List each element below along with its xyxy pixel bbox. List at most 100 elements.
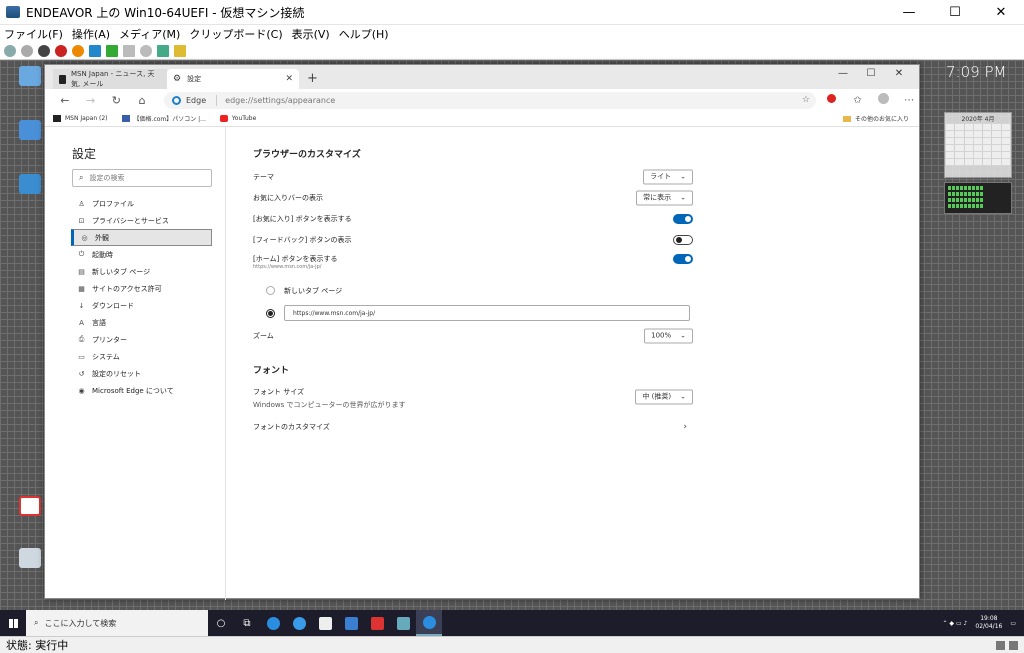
newtab-radio-row[interactable]: 新しいタブ ページ (253, 280, 693, 301)
back-icon[interactable]: ← (55, 94, 75, 107)
enhanced-session-icon[interactable] (157, 44, 169, 57)
tab-strip: MSN Japan - ニュース, 天気, メール ⚙ 設定 ✕ + — ☐ ✕ (45, 65, 919, 89)
address-url[interactable]: edge://settings/appearance (225, 96, 335, 105)
task-view-icon[interactable]: ⧉ (234, 610, 260, 636)
close-button[interactable]: ✕ (978, 5, 1024, 20)
nav-system[interactable]: ▭ システム (71, 348, 212, 365)
ie-icon[interactable] (286, 610, 312, 636)
home-row: [ホーム] ボタンを表示する (253, 250, 693, 267)
desktop-icon-pc[interactable] (16, 66, 44, 86)
home-icon[interactable]: ⌂ (132, 94, 152, 107)
home-url-input[interactable]: https://www.msn.com/ja-jp/ (284, 305, 690, 321)
taskbar: ⌕ ここに入力して検索 ○ ⧉ ⌃ ◆ ▭ ♪ 19:08 02/04/16 ▭ (0, 610, 1024, 636)
desktop-icon-control-panel[interactable] (16, 174, 44, 194)
new-tab-button[interactable]: + (307, 71, 318, 86)
edge-active-icon[interactable] (416, 610, 442, 636)
feedback-toggle[interactable] (673, 234, 693, 245)
ctrl-alt-del-icon[interactable] (4, 44, 16, 57)
favbar-dropdown[interactable]: 常に表示 ⌄ (636, 190, 693, 205)
newtab-radio[interactable] (266, 286, 275, 295)
edge-minimize-button[interactable]: — (829, 68, 857, 79)
fav-button-label: [お気に入り] ボタンを表示する (253, 214, 352, 223)
font-customize-label: フォントのカスタマイズ (253, 422, 330, 431)
nav-printers[interactable]: ⎙ プリンター (71, 331, 212, 348)
notification-icon[interactable]: ▭ (1010, 620, 1016, 627)
pause-icon[interactable] (89, 44, 101, 57)
desktop-icon-accessories[interactable] (16, 496, 44, 516)
edge-taskbar-icon[interactable] (260, 610, 286, 636)
nav-about[interactable]: ◉ Microsoft Edge について (71, 382, 212, 399)
favorite-item[interactable]: 【価格.com】パソコン |... (121, 114, 206, 123)
nav-appearance[interactable]: ◎ 外観 (71, 229, 212, 246)
tray-icons[interactable]: ⌃ ◆ ▭ ♪ (943, 620, 968, 627)
search-icon: ⌕ (34, 618, 39, 627)
nav-downloads[interactable]: ↓ ダウンロード (71, 297, 212, 314)
forward-icon[interactable]: → (81, 94, 101, 107)
turn-off-icon[interactable] (38, 44, 50, 57)
desktop-icon-network[interactable] (16, 120, 44, 140)
menu-clipboard[interactable]: クリップボード(C) (189, 26, 282, 42)
other-favorites[interactable]: その他のお気に入り (842, 114, 909, 123)
address-bar[interactable]: Edge edge://settings/appearance ☆ (164, 91, 816, 109)
edge-close-button[interactable]: ✕ (885, 68, 913, 79)
zoom-label: ズーム (253, 331, 274, 340)
nav-privacy[interactable]: ⊡ プライバシーとサービス (71, 212, 212, 229)
settings-search-input[interactable]: ⌕ 設定の検索 (72, 169, 212, 187)
favorite-item[interactable]: MSN Japan (2) (53, 115, 108, 122)
zoom-dropdown[interactable]: 100% ⌄ (644, 328, 693, 343)
home-toggle[interactable] (673, 253, 693, 264)
revert-icon[interactable] (140, 44, 152, 57)
share-icon[interactable] (174, 44, 186, 57)
favorite-star-icon[interactable]: ☆ (802, 95, 810, 105)
font-customize-row[interactable]: フォントのカスタマイズ › (253, 416, 693, 437)
font-size-dropdown[interactable]: 中 (推奨) ⌄ (635, 389, 693, 405)
favorites-icon[interactable]: ✩ (848, 95, 868, 106)
nav-reset[interactable]: ↺ 設定のリセット (71, 365, 212, 382)
menu-media[interactable]: メディア(M) (119, 26, 180, 42)
menu-file[interactable]: ファイル(F) (4, 26, 63, 42)
minimize-button[interactable]: — (886, 5, 932, 20)
vm-app-icon[interactable] (390, 610, 416, 636)
nav-new-tab[interactable]: ▤ 新しいタブ ページ (71, 263, 212, 280)
recycle-bin-icon[interactable] (16, 548, 44, 568)
nav-site-permissions[interactable]: ▦ サイトのアクセス許可 (71, 280, 212, 297)
tab-title: MSN Japan - ニュース, 天気, メール (70, 70, 155, 88)
taskbar-search[interactable]: ⌕ ここに入力して検索 (26, 610, 208, 636)
adblock-icon[interactable] (822, 94, 842, 106)
favorite-item[interactable]: YouTube (219, 115, 256, 122)
nav-profiles[interactable]: ♙ プロファイル (71, 195, 212, 212)
font-size-label: フォント サイズ (253, 388, 305, 396)
edge-maximize-button[interactable]: ☐ (857, 68, 885, 79)
fav-button-toggle[interactable] (673, 213, 693, 224)
profile-icon[interactable] (873, 93, 893, 107)
start-icon[interactable] (21, 44, 33, 57)
cortana-icon[interactable]: ○ (208, 610, 234, 636)
refresh-icon[interactable]: ↻ (107, 94, 127, 107)
shutdown-icon[interactable] (55, 44, 67, 57)
menu-help[interactable]: ヘルプ(H) (339, 26, 389, 42)
nav-startup[interactable]: ⏻ 起動時 (71, 246, 212, 263)
start-button[interactable] (0, 618, 26, 628)
maximize-button[interactable]: ☐ (932, 5, 978, 20)
tab-close-icon[interactable]: ✕ (285, 74, 293, 84)
feedback-row: [フィードバック] ボタンの表示 (253, 229, 693, 250)
resume-icon[interactable] (106, 44, 118, 57)
tab-settings[interactable]: ⚙ 設定 ✕ (167, 69, 299, 89)
store-icon[interactable] (312, 610, 338, 636)
save-icon[interactable] (72, 44, 84, 57)
mail-icon[interactable] (338, 610, 364, 636)
zoom-row: ズーム 100% ⌄ (253, 325, 693, 346)
nav-languages[interactable]: A 言語 (71, 314, 212, 331)
system-tray: ⌃ ◆ ▭ ♪ 19:08 02/04/16 ▭ (943, 615, 1024, 631)
chevron-down-icon: ⌄ (680, 172, 686, 181)
menu-view[interactable]: 表示(V) (292, 26, 330, 42)
checkpoint-icon[interactable] (123, 44, 135, 57)
theme-dropdown[interactable]: ライト ⌄ (643, 169, 693, 184)
taskbar-clock[interactable]: 19:08 02/04/16 (975, 615, 1002, 631)
desktop-clock: 7:09 PM (946, 63, 1007, 81)
more-icon[interactable]: ⋯ (899, 95, 919, 106)
menu-action[interactable]: 操作(A) (72, 26, 110, 42)
url-radio[interactable] (266, 308, 275, 318)
tab-msn[interactable]: MSN Japan - ニュース, 天気, メール (53, 69, 167, 89)
app-icon[interactable] (364, 610, 390, 636)
